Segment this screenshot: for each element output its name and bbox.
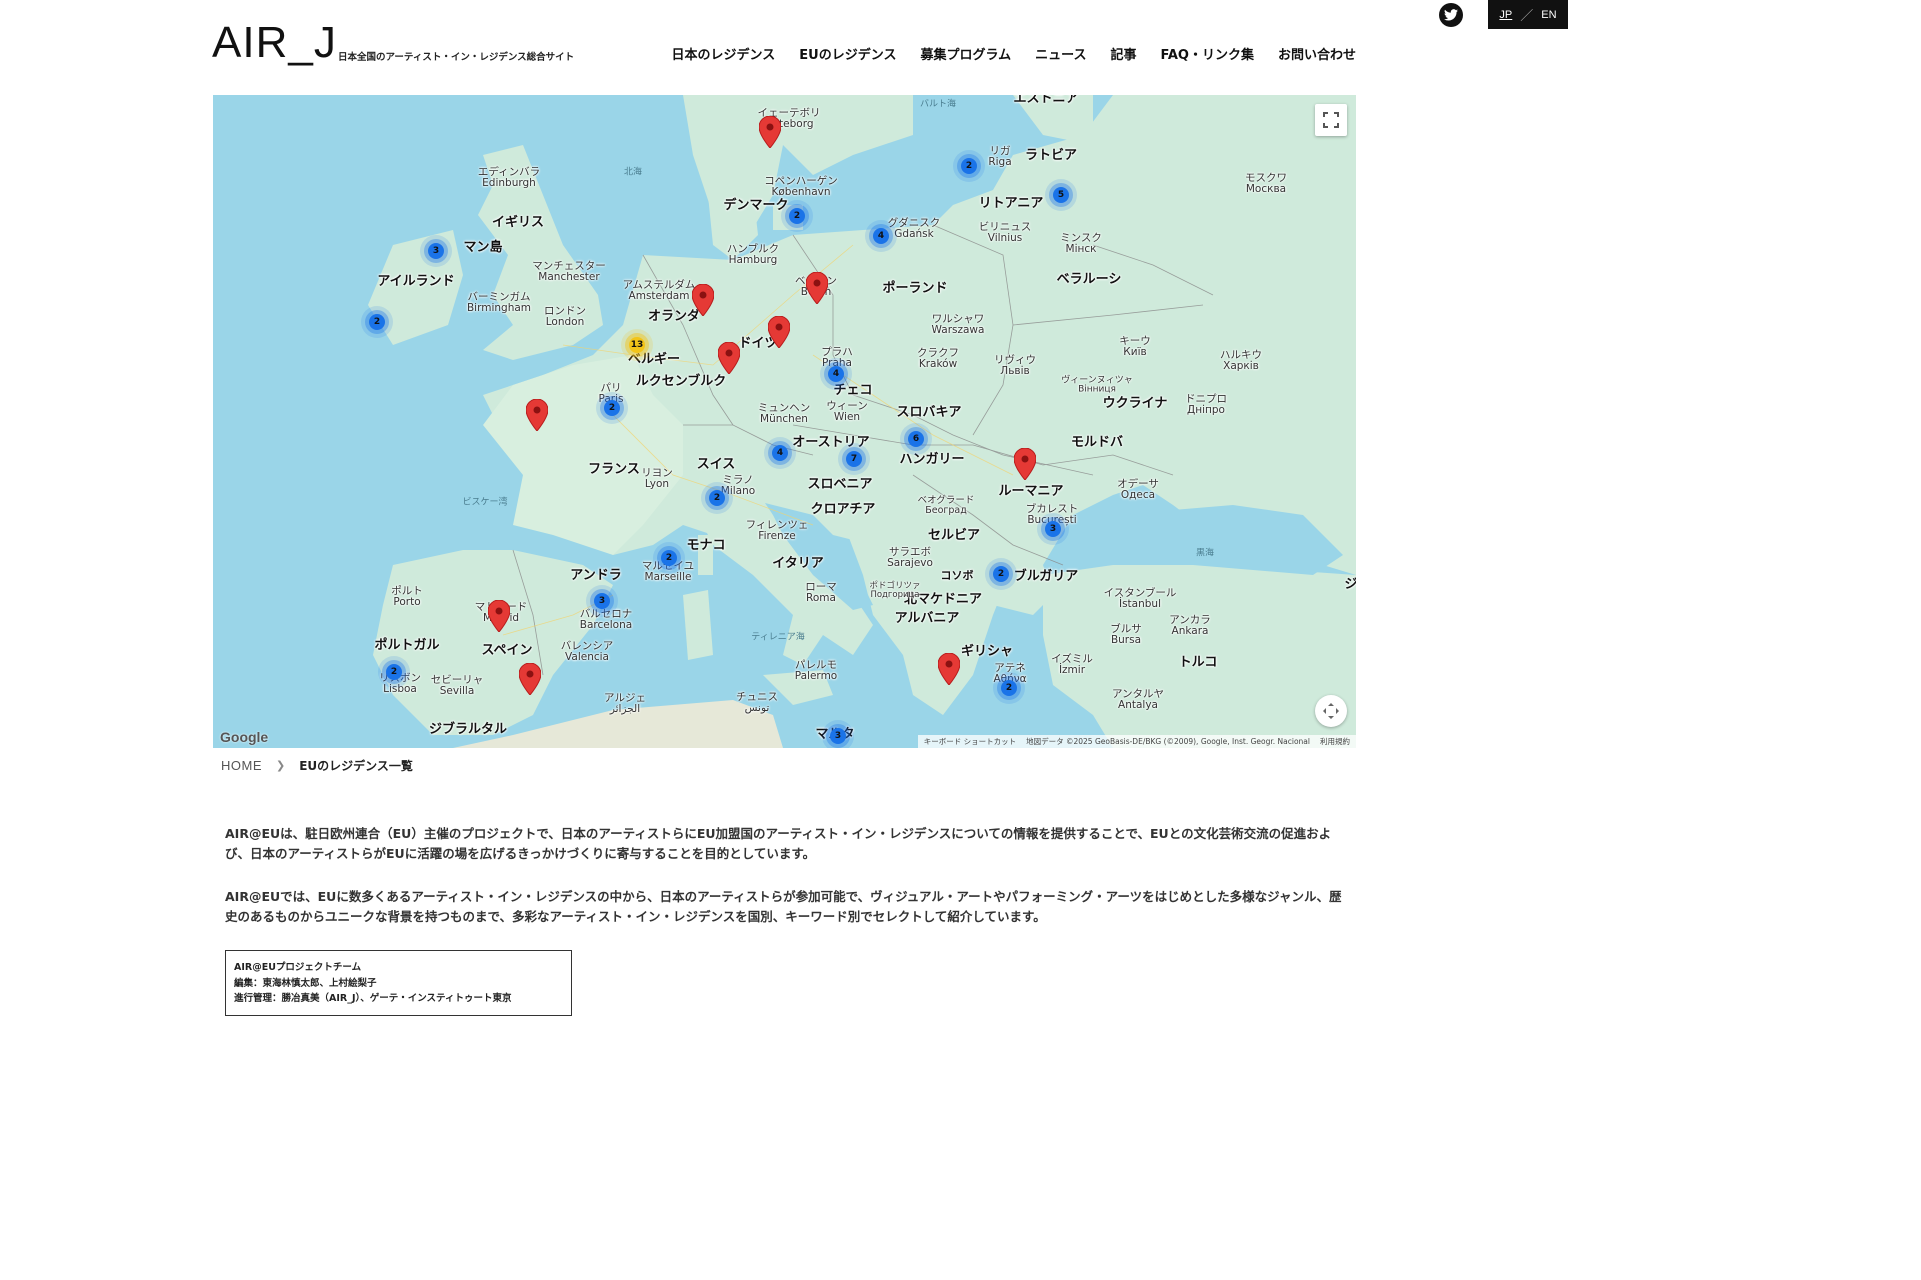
residence-cluster-marker[interactable]: 2 (961, 158, 977, 174)
project-credits-box: AIR@EUプロジェクトチーム 編集：東海林慎太郎、上村絵梨子 進行管理：勝冶真… (225, 950, 572, 1016)
main-nav: 日本のレジデンス EUのレジデンス 募集プログラム ニュース 記事 FAQ・リン… (672, 44, 1356, 63)
credits-management: 進行管理：勝冶真美（AIR_J）、ゲーテ・インスティトゥート東京 (234, 993, 512, 1004)
europe-residence-map[interactable]: バルト海 北海 ビスケー湾 黒海 ティレニア海 エストニア ラトビア リトアニア… (213, 95, 1356, 748)
nav-articles[interactable]: 記事 (1110, 44, 1136, 63)
map-basemap (213, 95, 1356, 748)
residence-cluster-marker[interactable]: 13 (629, 337, 645, 353)
chevron-right-icon: ❯ (276, 759, 286, 772)
intro-paragraph: AIR@EUでは、EUに数多くあるアーティスト・イン・レジデンスの中から、日本の… (225, 889, 1342, 924)
nav-open-calls[interactable]: 募集プログラム (920, 44, 1011, 63)
residence-cluster-marker[interactable]: 3 (428, 243, 444, 259)
nav-contact[interactable]: お問い合わせ (1278, 44, 1356, 63)
keyboard-shortcuts-link[interactable]: キーボード ショートカット (924, 736, 1016, 747)
residence-cluster-marker[interactable]: 5 (1053, 187, 1069, 203)
breadcrumb-home-link[interactable]: HOME (221, 758, 262, 773)
nav-japan-residences[interactable]: 日本のレジデンス (672, 44, 776, 63)
residence-cluster-marker[interactable]: 7 (846, 451, 862, 467)
nav-news[interactable]: ニュース (1035, 44, 1086, 63)
residence-cluster-marker[interactable]: 4 (828, 366, 844, 382)
language-switcher: JP ／ EN (1488, 0, 1568, 29)
residence-pin-marker[interactable] (938, 653, 960, 685)
residence-cluster-marker[interactable]: 3 (594, 593, 610, 609)
twitter-icon[interactable] (1439, 3, 1463, 27)
residence-cluster-marker[interactable]: 2 (604, 400, 620, 416)
residence-cluster-marker[interactable]: 2 (661, 550, 677, 566)
residence-pin-marker[interactable] (718, 342, 740, 374)
fullscreen-button[interactable] (1315, 104, 1347, 136)
intro-paragraph: AIR@EUは、駐日欧州連合（EU）主催のプロジェクトで、日本のアーティストらに… (225, 826, 1332, 861)
lang-jp-link[interactable]: JP (1499, 9, 1512, 21)
google-logo: Google (220, 729, 269, 745)
residence-cluster-marker[interactable]: 6 (908, 431, 924, 447)
credits-editors: 編集：東海林慎太郎、上村絵梨子 (234, 977, 377, 989)
fullscreen-icon (1323, 112, 1339, 128)
residence-pin-marker[interactable] (519, 663, 541, 695)
residence-pin-marker[interactable] (1014, 448, 1036, 480)
nav-faq-links[interactable]: FAQ・リンク集 (1160, 44, 1254, 63)
residence-pin-marker[interactable] (692, 284, 714, 316)
site-tagline: 日本全国のアーティスト・イン・レジデンス総合サイト (338, 52, 575, 63)
camera-control-icon (1323, 703, 1339, 719)
residence-cluster-marker[interactable]: 4 (772, 445, 788, 461)
credits-team: AIR@EUプロジェクトチーム (234, 962, 362, 973)
residence-pin-marker[interactable] (806, 272, 828, 304)
residence-cluster-marker[interactable]: 3 (830, 728, 846, 744)
nav-eu-residences[interactable]: EUのレジデンス (799, 44, 896, 63)
map-attribution: キーボード ショートカット 地図データ ©2025 GeoBasis-DE/BK… (917, 735, 1356, 748)
residence-cluster-marker[interactable]: 2 (789, 208, 805, 224)
site-logo[interactable]: AIR_J (212, 18, 337, 68)
breadcrumb-current: EUのレジデンス一覧 (299, 759, 413, 773)
residence-pin-marker[interactable] (488, 600, 510, 632)
map-data-credit: 地図データ ©2025 GeoBasis-DE/BKG (©2009), Goo… (1026, 737, 1310, 746)
residence-pin-marker[interactable] (526, 399, 548, 431)
residence-pin-marker[interactable] (759, 116, 781, 148)
twitter-bird-icon (1444, 9, 1458, 21)
breadcrumb: HOME ❯ EUのレジデンス一覧 (221, 757, 413, 774)
residence-cluster-marker[interactable]: 2 (993, 566, 1009, 582)
residence-cluster-marker[interactable]: 2 (1001, 680, 1017, 696)
camera-control-button[interactable] (1315, 695, 1347, 727)
terms-link[interactable]: 利用規約 (1320, 736, 1350, 747)
residence-pin-marker[interactable] (768, 316, 790, 348)
residence-cluster-marker[interactable]: 2 (369, 314, 385, 330)
residence-cluster-marker[interactable]: 3 (1045, 521, 1061, 537)
lang-separator: ／ (1520, 8, 1534, 23)
residence-cluster-marker[interactable]: 4 (873, 228, 889, 244)
residence-cluster-marker[interactable]: 2 (709, 490, 725, 506)
lang-en-link[interactable]: EN (1541, 9, 1556, 21)
residence-cluster-marker[interactable]: 2 (386, 664, 402, 680)
